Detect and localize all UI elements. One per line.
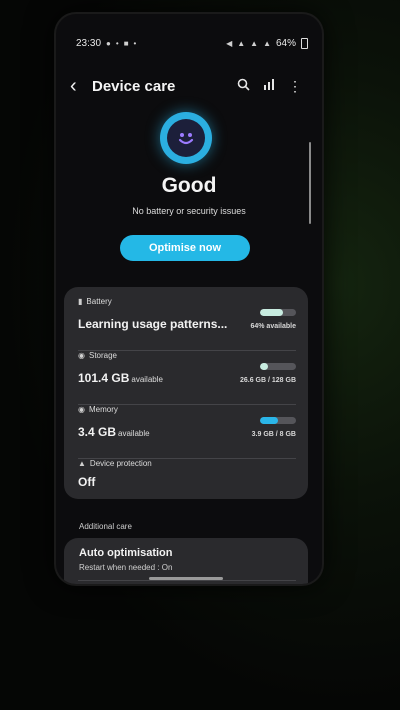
battery-label-group: ▮ Battery bbox=[78, 297, 112, 306]
shield-icon: ▲ bbox=[78, 459, 86, 468]
status-subtitle: No battery or security issues bbox=[132, 206, 246, 216]
device-status: Good bbox=[161, 174, 217, 197]
signal-icon: ▲ bbox=[263, 38, 271, 48]
page-title: Device care bbox=[92, 77, 176, 95]
battery-bar-fill bbox=[260, 309, 284, 316]
home-indicator[interactable] bbox=[149, 577, 223, 580]
battery-bar bbox=[260, 309, 296, 316]
search-icon[interactable] bbox=[230, 78, 256, 94]
more-icon[interactable]: ⋮ bbox=[282, 78, 308, 95]
notification-icon: ● bbox=[106, 38, 111, 48]
storage-amount: 101.4 GB bbox=[78, 371, 130, 385]
memory-suffix: available bbox=[118, 429, 150, 438]
memory-amount: 3.4 GB bbox=[78, 425, 117, 439]
wifi-icon: ▲ bbox=[237, 38, 246, 48]
memory-value: 3.4 GB available bbox=[78, 425, 150, 439]
storage-suffix: available bbox=[131, 375, 163, 384]
divider bbox=[78, 580, 296, 581]
storage-row[interactable]: ◉ Storage 101.4 GB available 26.6 GB / 12… bbox=[78, 351, 296, 403]
battery-detail: 64% available bbox=[250, 323, 296, 330]
nfc-icon: • bbox=[115, 38, 119, 48]
memory-detail: 3.9 GB / 8 GB bbox=[251, 431, 296, 438]
storage-bar bbox=[260, 363, 296, 370]
battery-percent: 64% bbox=[275, 37, 296, 49]
auto-optimisation-title: Auto optimisation bbox=[79, 547, 173, 559]
phone-screen: 23:30 ● • ■ • ◀ ▲ ▲ ▲ 64% ‹ Device care … bbox=[56, 14, 322, 584]
scrollbar[interactable] bbox=[309, 142, 311, 224]
memory-row[interactable]: ◉ Memory 3.4 GB available 3.9 GB / 8 GB bbox=[78, 405, 296, 457]
alarm-icon: ◀ bbox=[226, 38, 233, 48]
app-bar: ‹ Device care ⋮ bbox=[70, 74, 308, 98]
auto-optimisation-subtitle: Restart when needed : On bbox=[79, 563, 173, 572]
back-icon[interactable]: ‹ bbox=[70, 75, 92, 98]
battery-icon: ▮ bbox=[78, 297, 83, 306]
storage-label-group: ◉ Storage bbox=[78, 351, 117, 360]
optimise-now-button[interactable]: Optimise now bbox=[120, 235, 250, 261]
status-bar: 23:30 ● • ■ • ◀ ▲ ▲ ▲ 64% bbox=[76, 36, 308, 50]
smiley-icon bbox=[160, 112, 212, 164]
protection-label-group: ▲ Device protection bbox=[78, 459, 152, 468]
storage-bar-fill bbox=[260, 363, 268, 370]
battery-label: Battery bbox=[86, 297, 112, 306]
storage-icon: ◉ bbox=[78, 351, 85, 360]
memory-bar-fill bbox=[260, 417, 278, 424]
battery-value: Learning usage patterns... bbox=[78, 317, 228, 331]
storage-value: 101.4 GB available bbox=[78, 371, 163, 385]
additional-care-header: Additional care bbox=[79, 522, 132, 531]
device-protection-row[interactable]: ▲ Device protection Off bbox=[78, 459, 296, 497]
memory-bar bbox=[260, 417, 296, 424]
memory-label: Memory bbox=[88, 405, 118, 414]
protection-label: Device protection bbox=[89, 459, 152, 468]
battery-row[interactable]: ▮ Battery Learning usage patterns... 64%… bbox=[78, 297, 296, 349]
message-icon: ■ bbox=[123, 38, 129, 48]
status-time: 23:30 bbox=[76, 37, 102, 49]
protection-value: Off bbox=[78, 475, 96, 489]
storage-label: Storage bbox=[88, 351, 118, 360]
battery-icon bbox=[301, 37, 308, 49]
storage-detail: 26.6 GB / 128 GB bbox=[239, 377, 296, 384]
memory-icon: ◉ bbox=[78, 405, 85, 414]
care-card: ▮ Battery Learning usage patterns... 64%… bbox=[64, 287, 308, 499]
signal-icon: ▲ bbox=[250, 38, 259, 48]
chart-icon[interactable] bbox=[256, 78, 282, 94]
dot-icon: • bbox=[133, 38, 137, 48]
memory-label-group: ◉ Memory bbox=[78, 405, 118, 414]
